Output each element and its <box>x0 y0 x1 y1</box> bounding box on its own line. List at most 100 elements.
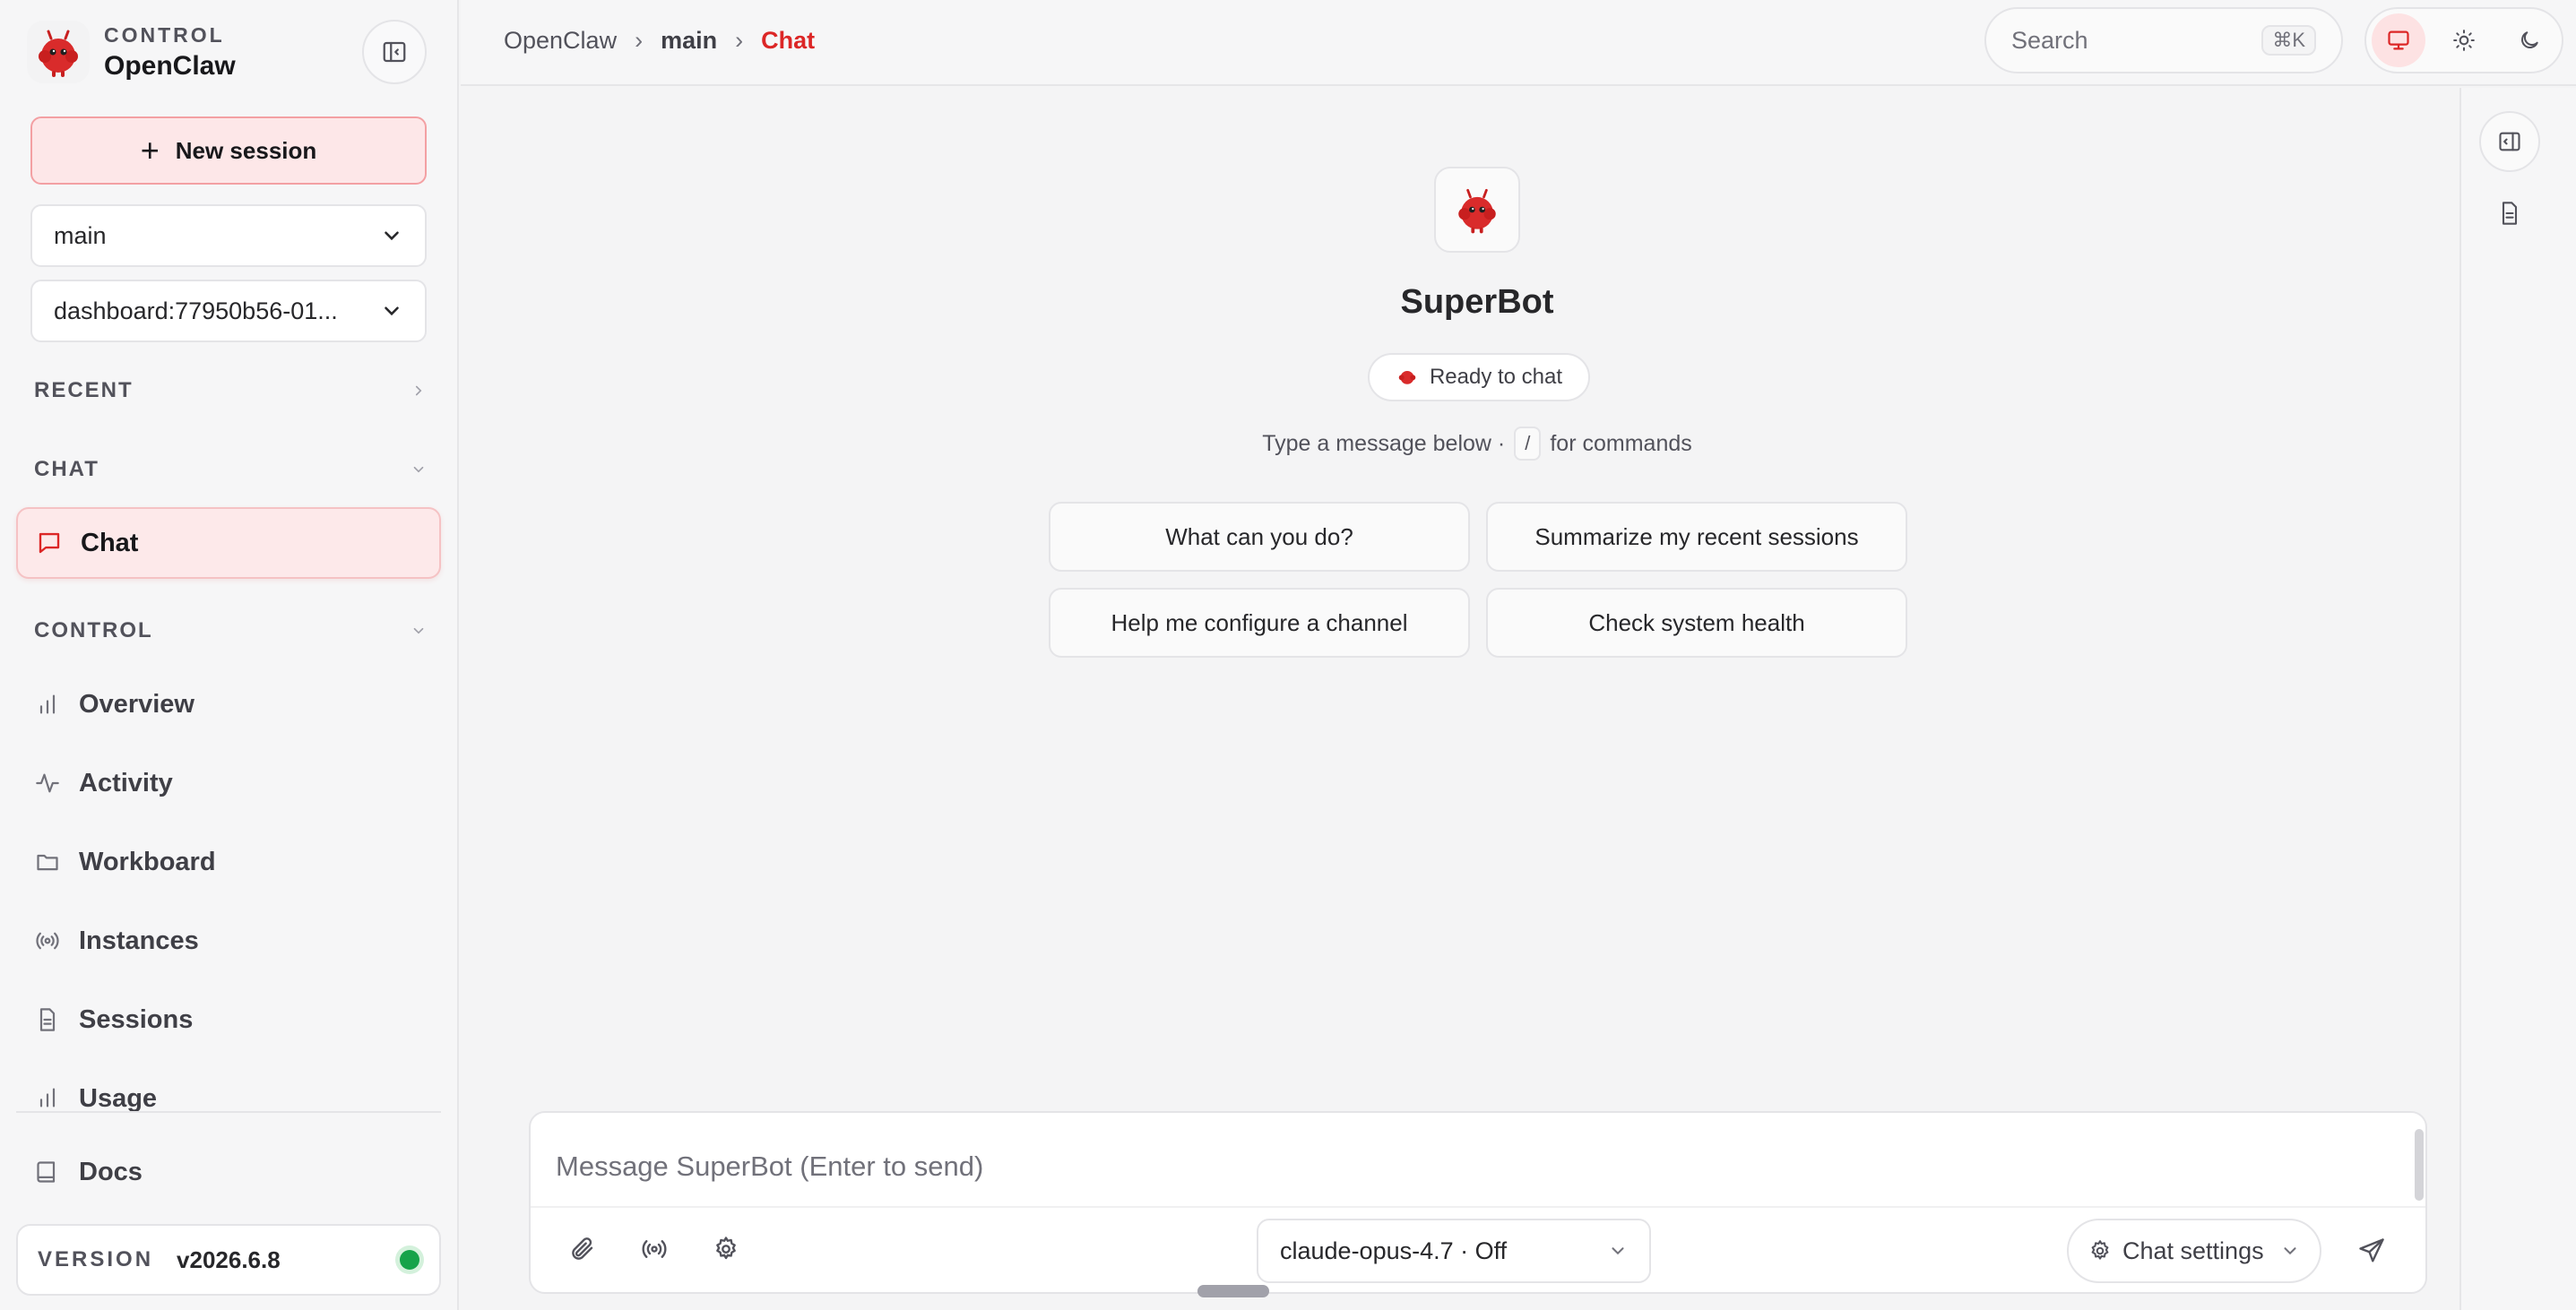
chevron-down-icon <box>413 627 424 634</box>
attach-button[interactable] <box>558 1224 608 1274</box>
sidebar-item-label: Activity <box>79 768 173 797</box>
suggestion-summarize-sessions[interactable]: Summarize my recent sessions <box>1486 502 1907 572</box>
sidebar-item-label: Overview <box>79 689 194 719</box>
section-chat[interactable]: CHAT <box>34 457 427 482</box>
composer-settings-button[interactable] <box>701 1224 751 1274</box>
bar-chart-icon <box>39 694 56 714</box>
version-value: v2026.6.8 <box>177 1245 281 1273</box>
sidebar-item-instances[interactable]: Instances <box>34 914 428 968</box>
openclaw-logo-icon <box>27 21 90 83</box>
brand[interactable]: CONTROL OpenClaw <box>27 20 236 84</box>
toggle-panel-button[interactable] <box>2479 111 2540 172</box>
folder-icon <box>37 854 58 871</box>
theme-system-button[interactable] <box>2372 13 2425 67</box>
brand-name: OpenClaw <box>104 50 236 81</box>
session-select[interactable]: dashboard:77950b56-01... <box>30 280 427 342</box>
sidebar-item-activity[interactable]: Activity <box>34 756 428 810</box>
new-session-label: New session <box>175 136 317 164</box>
sidebar-item-label: Chat <box>81 528 139 557</box>
breadcrumb-separator: › <box>635 27 644 54</box>
search-input[interactable]: Search ⌘K <box>1984 7 2343 73</box>
breadcrumb-main[interactable]: main <box>661 27 717 55</box>
sidebar-item-label: Instances <box>79 926 199 955</box>
agent-select[interactable]: main <box>30 204 427 267</box>
message-composer: claude-opus-4.7 · Off Chat settings <box>529 1111 2427 1294</box>
sidebar-item-docs[interactable]: Docs <box>34 1145 428 1199</box>
composer-scrollbar[interactable] <box>2415 1129 2424 1201</box>
composer-divider <box>531 1206 2425 1208</box>
suggestion-configure-channel[interactable]: Help me configure a channel <box>1049 588 1470 658</box>
status-badge: Ready to chat <box>1368 353 1590 401</box>
theme-switcher <box>2364 7 2563 73</box>
chevron-down-icon <box>413 466 424 473</box>
sidebar: CONTROL OpenClaw + New session main dash… <box>0 0 459 1310</box>
sun-icon <box>2453 30 2475 51</box>
sidebar-item-label: Sessions <box>79 1004 194 1034</box>
section-recent[interactable]: RECENT <box>34 378 427 403</box>
sidebar-collapse-icon <box>383 41 406 63</box>
search-placeholder: Search <box>2011 26 2088 54</box>
send-button[interactable] <box>2345 1224 2399 1278</box>
superbot-logo-icon <box>1458 188 1496 234</box>
message-square-icon <box>39 532 60 554</box>
topbar: OpenClaw › main › Chat Search ⌘K <box>461 0 2576 86</box>
bot-avatar <box>1434 167 1520 253</box>
hint-before: Type a message below · <box>1262 430 1506 456</box>
file-text-icon <box>39 1008 56 1031</box>
suggestion-check-health[interactable]: Check system health <box>1486 588 1907 658</box>
model-select-value: claude-opus-4.7 · Off <box>1280 1237 1508 1264</box>
broadcast-icon <box>642 1240 667 1258</box>
sidebar-item-sessions[interactable]: Sessions <box>34 993 428 1047</box>
agent-select-value: main <box>54 221 107 249</box>
section-recent-label: RECENT <box>34 378 134 402</box>
status-text: Ready to chat <box>1429 365 1563 389</box>
breadcrumb: OpenClaw › main › Chat <box>504 27 815 55</box>
new-session-button[interactable]: + New session <box>30 116 427 185</box>
collapse-sidebar-button[interactable] <box>362 20 427 84</box>
chat-settings-label: Chat settings <box>2122 1237 2264 1264</box>
sidebar-item-label: Workboard <box>79 847 216 876</box>
document-panel-button[interactable] <box>2479 183 2540 244</box>
sidebar-item-overview[interactable]: Overview <box>34 677 428 731</box>
paperclip-icon <box>572 1237 593 1260</box>
panel-toggle-icon <box>2499 132 2520 151</box>
plus-icon: + <box>140 132 160 168</box>
sidebar-item-usage[interactable]: Usage <box>34 1072 428 1111</box>
send-icon <box>2359 1238 2384 1263</box>
chevron-down-icon <box>2284 1247 2296 1255</box>
connection-status-dot <box>400 1250 419 1270</box>
chevron-down-icon <box>1612 1247 1624 1255</box>
gear-icon <box>716 1237 736 1260</box>
sidebar-item-chat[interactable]: Chat <box>16 507 441 579</box>
moon-icon <box>2521 31 2538 48</box>
activity-icon <box>36 773 59 793</box>
sidebar-item-label: Usage <box>79 1084 158 1111</box>
suggestion-what-can-you-do[interactable]: What can you do? <box>1049 502 1470 572</box>
version-key: VERSION <box>38 1247 154 1271</box>
sidebar-item-workboard[interactable]: Workboard <box>34 835 428 889</box>
gear-icon <box>2091 1240 2109 1260</box>
theme-dark-button[interactable] <box>2503 13 2556 67</box>
chevron-down-icon <box>385 231 399 241</box>
broadcast-icon <box>36 932 59 950</box>
slash-key: / <box>1514 427 1542 461</box>
breadcrumb-openclaw[interactable]: OpenClaw <box>504 27 617 55</box>
monitor-icon <box>2388 30 2409 50</box>
book-icon <box>37 1161 56 1183</box>
sidebar-item-label: Docs <box>79 1157 143 1186</box>
breadcrumb-chat: Chat <box>761 27 816 54</box>
superbot-small-icon <box>1398 370 1416 384</box>
brand-kicker: CONTROL <box>104 22 225 47</box>
bar-chart-icon <box>39 1088 56 1107</box>
theme-light-button[interactable] <box>2437 13 2491 67</box>
resize-handle[interactable] <box>1197 1285 1269 1297</box>
chat-settings-button[interactable]: Chat settings <box>2067 1219 2321 1283</box>
voice-button[interactable] <box>629 1224 679 1274</box>
message-input[interactable] <box>556 1151 2348 1183</box>
search-shortcut: ⌘K <box>2261 25 2316 56</box>
section-control[interactable]: CONTROL <box>34 618 427 643</box>
section-chat-label: CHAT <box>34 457 99 481</box>
session-select-value: dashboard:77950b56-01... <box>54 297 338 324</box>
model-select[interactable]: claude-opus-4.7 · Off <box>1257 1219 1651 1283</box>
command-hint: Type a message below · / for commands <box>461 427 2494 461</box>
